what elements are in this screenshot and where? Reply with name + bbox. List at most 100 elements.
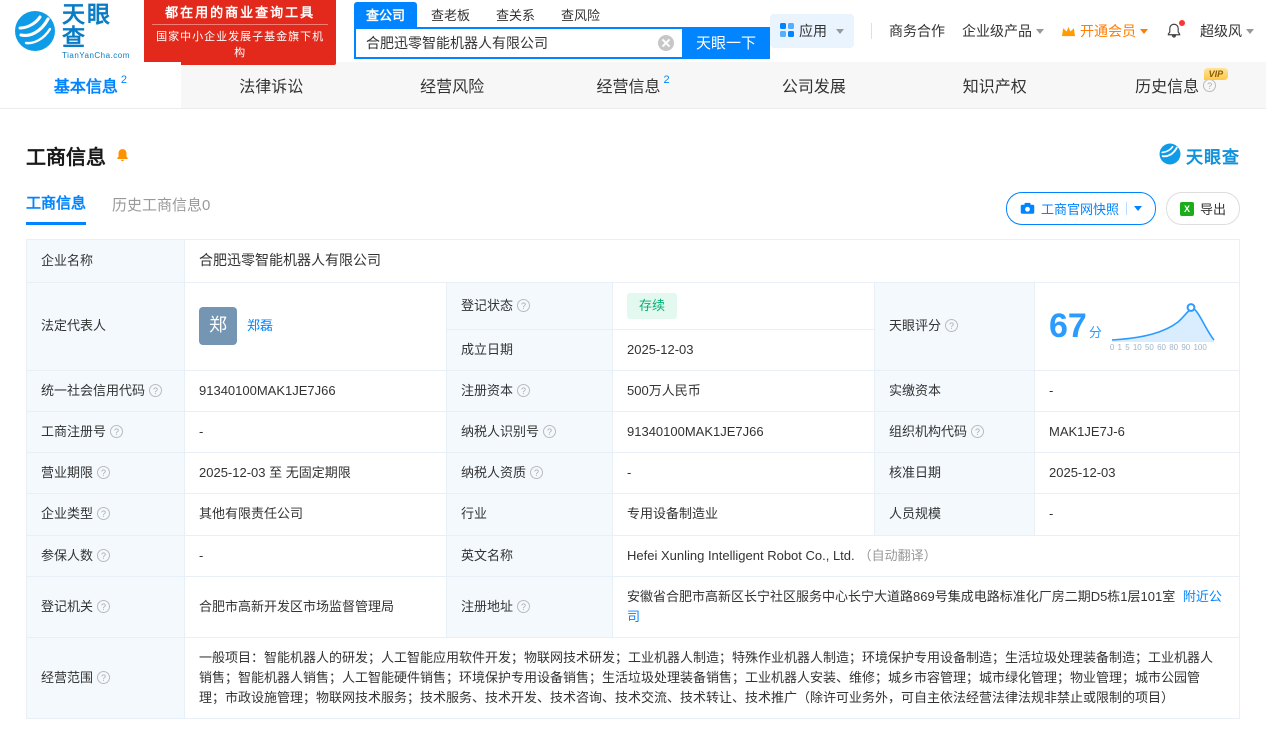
tianyancha-logo-icon bbox=[14, 10, 56, 52]
help-icon[interactable] bbox=[97, 466, 111, 480]
help-icon[interactable] bbox=[517, 298, 531, 312]
notification-bell-icon[interactable] bbox=[1165, 20, 1185, 40]
search-tab-boss[interactable]: 查老板 bbox=[419, 2, 482, 27]
divider bbox=[871, 23, 872, 39]
tab-basic-info[interactable]: 基本信息 2 bbox=[0, 62, 181, 108]
staff-label: 人员规模 bbox=[874, 493, 1035, 536]
help-icon[interactable] bbox=[97, 599, 111, 613]
legal-rep-avatar[interactable]: 郑 bbox=[199, 307, 237, 346]
company-name-label: 企业名称 bbox=[26, 239, 185, 283]
taxpayer-id-label: 纳税人识别号 bbox=[446, 411, 613, 454]
en-name: Hefei Xunling Intelligent Robot Co., Ltd… bbox=[627, 547, 855, 563]
brand-domain: TianYanCha.com bbox=[62, 50, 130, 60]
score-axis: 0 1 5 10 50 60 80 90 100 bbox=[1109, 342, 1207, 352]
score-label: 天眼评分 bbox=[874, 281, 1035, 371]
chevron-down-icon bbox=[1246, 28, 1254, 34]
promo-line1: 都在用的商业查询工具 bbox=[165, 5, 316, 20]
legal-rep-label: 法定代表人 bbox=[26, 281, 185, 371]
business-info-table: 企业名称 合肥迅零智能机器人有限公司 法定代表人 郑 郑磊 登记状态 存续 天眼… bbox=[26, 239, 1240, 720]
tab-intellectual-property[interactable]: 知识产权 bbox=[904, 62, 1085, 108]
taxpayer-qual: - bbox=[612, 452, 875, 495]
tyc-watermark-text: 天眼查 bbox=[1186, 148, 1240, 167]
table-row: 企业名称 合肥迅零智能机器人有限公司 bbox=[26, 239, 1240, 283]
subtab-history-business-info[interactable]: 历史工商信息0 bbox=[112, 194, 210, 224]
help-icon[interactable] bbox=[517, 599, 531, 613]
taxpayer-qual-label: 纳税人资质 bbox=[446, 452, 613, 495]
help-icon[interactable] bbox=[971, 425, 985, 439]
excel-icon bbox=[1179, 201, 1194, 216]
tab-count-badge: 2 bbox=[663, 74, 670, 86]
help-icon[interactable] bbox=[543, 425, 557, 439]
table-row: 统一社会信用代码 91340100MAK1JE7J66 注册资本 500万人民币… bbox=[26, 369, 1240, 413]
tab-operation-risk[interactable]: 经营风险 bbox=[362, 62, 543, 108]
legal-rep-link[interactable]: 郑磊 bbox=[247, 316, 273, 336]
chevron-down-icon bbox=[1140, 28, 1148, 34]
help-icon[interactable] bbox=[945, 319, 959, 333]
vip-badge: VIP bbox=[1203, 68, 1229, 80]
authority-label: 登记机关 bbox=[26, 575, 185, 638]
paid-capital: - bbox=[1034, 369, 1240, 413]
tab-company-development[interactable]: 公司发展 bbox=[723, 62, 904, 108]
subtab-row: 工商信息 历史工商信息0 工商官网快照 导出 bbox=[26, 192, 1240, 225]
tab-count-badge: 2 bbox=[120, 74, 127, 86]
authority: 合肥市高新开发区市场监督管理局 bbox=[184, 575, 447, 638]
help-icon[interactable] bbox=[97, 671, 111, 685]
subtab-business-info[interactable]: 工商信息 bbox=[26, 192, 87, 225]
company-name: 合肥迅零智能机器人有限公司 bbox=[184, 239, 1240, 283]
approval-date: 2025-12-03 bbox=[1034, 452, 1240, 495]
address-label: 注册地址 bbox=[446, 575, 613, 638]
clear-icon[interactable] bbox=[658, 34, 674, 51]
company-nav-tabs: 基本信息2 法律诉讼 经营风险 经营信息2 公司发展 知识产权 历史信息 VIP bbox=[0, 62, 1266, 109]
help-icon[interactable] bbox=[97, 548, 111, 562]
crown-icon bbox=[1061, 25, 1076, 38]
staff: - bbox=[1034, 493, 1240, 536]
en-name-label: 英文名称 bbox=[446, 534, 613, 577]
score-cell: 67 分 0 1 5 10 50 60 80 90 100 bbox=[1034, 281, 1240, 371]
reg-no-label: 工商注册号 bbox=[26, 411, 185, 454]
export-button[interactable]: 导出 bbox=[1165, 192, 1240, 225]
tianyancha-logo[interactable]: 天眼查 TianYanCha.com bbox=[14, 2, 134, 60]
search-tab-company[interactable]: 查公司 bbox=[354, 1, 418, 27]
top-header: 天眼查 TianYanCha.com 都在用的商业查询工具 国家中小企业发展子基… bbox=[0, 0, 1266, 65]
apps-grid-icon bbox=[780, 22, 794, 40]
chevron-down-icon bbox=[1133, 206, 1142, 211]
reg-status-label: 登记状态 bbox=[446, 281, 613, 330]
search-tab-risk[interactable]: 查风险 bbox=[549, 2, 612, 27]
camera-icon bbox=[1020, 202, 1035, 215]
search-tabs: 查公司 查老板 查关系 查风险 bbox=[354, 1, 770, 27]
header-nav: 应用 商务合作 企业级产品 开通会员 超级风 bbox=[770, 14, 1254, 48]
enterprise-product-menu[interactable]: 企业级产品 bbox=[962, 21, 1044, 41]
help-icon[interactable] bbox=[530, 466, 544, 480]
tab-operation-info[interactable]: 经营信息 2 bbox=[543, 62, 724, 108]
main-content: 工商信息 天眼查 工商信息 历史工商信息0 工商官网快照 X 导出 企业名称 合… bbox=[0, 141, 1266, 729]
help-icon[interactable] bbox=[97, 507, 111, 521]
scope-label: 经营范围 bbox=[26, 636, 185, 720]
super-risk-menu[interactable]: 超级风 bbox=[1200, 21, 1254, 41]
search-tab-relation[interactable]: 查关系 bbox=[484, 2, 547, 27]
reg-no: - bbox=[184, 411, 447, 454]
insured: - bbox=[184, 534, 447, 577]
vip-join-menu[interactable]: 开通会员 bbox=[1061, 21, 1148, 41]
tab-history-info[interactable]: 历史信息 VIP bbox=[1085, 62, 1266, 108]
page: 天眼查 TianYanCha.com 都在用的商业查询工具 国家中小企业发展子基… bbox=[0, 0, 1266, 729]
score-chart: 0 1 5 10 50 60 80 90 100 bbox=[1110, 301, 1216, 352]
business-coop-link[interactable]: 商务合作 bbox=[889, 21, 945, 41]
search-area: 查公司 查老板 查关系 查风险 天眼一下 bbox=[354, 1, 770, 59]
help-icon[interactable] bbox=[149, 383, 163, 397]
snapshot-button[interactable]: 工商官网快照 bbox=[1005, 192, 1156, 225]
help-icon[interactable] bbox=[1203, 78, 1217, 92]
table-row: 企业类型 其他有限责任公司 行业 专用设备制造业 人员规模 - bbox=[26, 493, 1240, 536]
help-icon[interactable] bbox=[517, 383, 531, 397]
alarm-bell-icon[interactable] bbox=[114, 147, 131, 164]
search-input[interactable] bbox=[354, 26, 682, 59]
help-icon[interactable] bbox=[110, 425, 124, 439]
tab-legal-litigation[interactable]: 法律诉讼 bbox=[181, 62, 362, 108]
address-cell: 安徽省合肥市高新区长宁社区服务中心长宁大道路869号集成电路标准化厂房二期D5栋… bbox=[612, 575, 1240, 638]
table-row: 法定代表人 郑 郑磊 登记状态 存续 天眼评分 67分 bbox=[26, 281, 1240, 371]
apps-menu[interactable]: 应用 bbox=[770, 14, 854, 48]
search-button[interactable]: 天眼一下 bbox=[682, 26, 770, 59]
paid-capital-label: 实缴资本 bbox=[874, 369, 1035, 413]
en-name-cell: Hefei Xunling Intelligent Robot Co., Ltd… bbox=[612, 534, 1240, 577]
business-scope: 一般项目：智能机器人的研发；人工智能应用软件开发；物联网技术研发；工业机器人制造… bbox=[184, 636, 1240, 720]
legal-rep-cell: 郑 郑磊 bbox=[184, 281, 447, 371]
